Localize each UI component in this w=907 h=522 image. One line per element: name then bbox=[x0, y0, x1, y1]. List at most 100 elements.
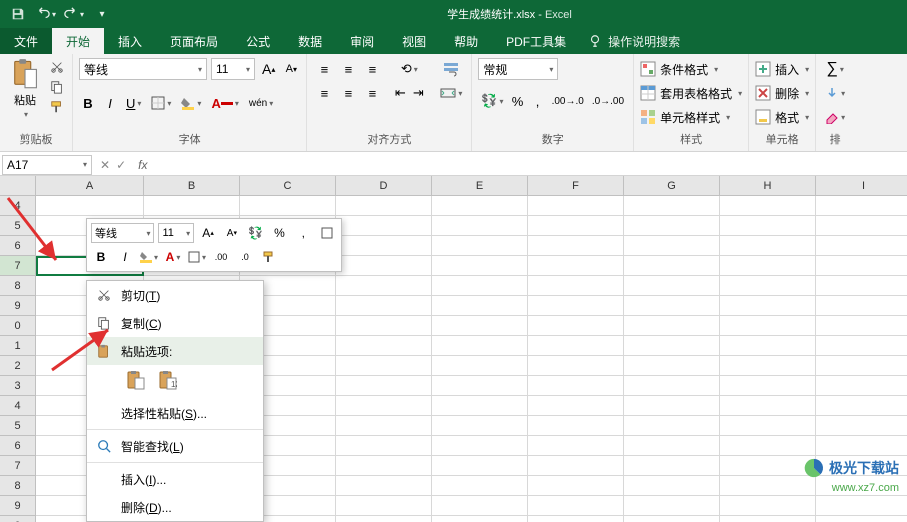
tab-formulas[interactable]: 公式 bbox=[232, 28, 284, 54]
cell[interactable] bbox=[816, 256, 907, 276]
underline-button[interactable]: U▾ bbox=[123, 92, 144, 114]
cell[interactable] bbox=[720, 476, 816, 496]
ctx-smart-lookup[interactable]: 智能查找(L) bbox=[87, 432, 263, 460]
cell[interactable] bbox=[336, 316, 432, 336]
mini-comma-icon[interactable]: , bbox=[293, 223, 313, 243]
cell[interactable] bbox=[816, 496, 907, 516]
cell[interactable] bbox=[528, 356, 624, 376]
cell[interactable] bbox=[720, 356, 816, 376]
cell[interactable] bbox=[528, 436, 624, 456]
cell[interactable] bbox=[144, 196, 240, 216]
font-color-button[interactable]: A▾ bbox=[208, 92, 241, 114]
cell[interactable] bbox=[240, 196, 336, 216]
cell[interactable] bbox=[432, 456, 528, 476]
cell[interactable] bbox=[528, 516, 624, 522]
cell[interactable] bbox=[624, 196, 720, 216]
decrease-font-icon[interactable]: A▾ bbox=[282, 58, 300, 80]
cell[interactable] bbox=[720, 456, 816, 476]
cell[interactable] bbox=[816, 516, 907, 522]
cell[interactable] bbox=[336, 196, 432, 216]
fill-color-button[interactable]: ▾ bbox=[178, 92, 204, 114]
cell[interactable] bbox=[528, 336, 624, 356]
cell[interactable] bbox=[720, 336, 816, 356]
cell[interactable] bbox=[816, 356, 907, 376]
cell[interactable] bbox=[528, 476, 624, 496]
ctx-cut[interactable]: 剪切(T) bbox=[87, 281, 263, 309]
cell[interactable] bbox=[624, 296, 720, 316]
tab-review[interactable]: 审阅 bbox=[336, 28, 388, 54]
decrease-indent-icon[interactable]: ⇤ bbox=[391, 82, 409, 104]
tab-help[interactable]: 帮助 bbox=[440, 28, 492, 54]
cell[interactable] bbox=[336, 296, 432, 316]
cell[interactable] bbox=[528, 236, 624, 256]
cell[interactable] bbox=[336, 356, 432, 376]
ctx-delete[interactable]: 删除(D)... bbox=[87, 493, 263, 521]
column-header[interactable]: G bbox=[624, 176, 720, 196]
tab-layout[interactable]: 页面布局 bbox=[156, 28, 232, 54]
mini-font-color-icon[interactable]: A▾ bbox=[163, 247, 183, 267]
cell[interactable] bbox=[720, 196, 816, 216]
mini-borders-icon[interactable] bbox=[317, 223, 337, 243]
mini-decimal-inc-icon[interactable]: .00 bbox=[211, 247, 231, 267]
cancel-formula-icon[interactable]: ✕ bbox=[100, 158, 110, 172]
name-box[interactable]: A17▾ bbox=[2, 155, 92, 175]
cell[interactable] bbox=[432, 376, 528, 396]
enter-formula-icon[interactable]: ✓ bbox=[116, 158, 126, 172]
tell-me[interactable]: 操作说明搜索 bbox=[580, 28, 680, 54]
cell[interactable] bbox=[816, 216, 907, 236]
row-header[interactable]: 7 bbox=[0, 456, 36, 476]
cell[interactable] bbox=[432, 516, 528, 522]
cell[interactable] bbox=[432, 356, 528, 376]
cell[interactable] bbox=[336, 276, 432, 296]
mini-size-combo[interactable]: 11▾ bbox=[158, 223, 194, 243]
row-header[interactable]: 6 bbox=[0, 436, 36, 456]
cell[interactable] bbox=[336, 456, 432, 476]
cell[interactable] bbox=[432, 416, 528, 436]
cell[interactable] bbox=[528, 396, 624, 416]
cell[interactable] bbox=[720, 296, 816, 316]
format-painter-icon[interactable] bbox=[48, 98, 66, 116]
cell[interactable] bbox=[720, 436, 816, 456]
row-header[interactable]: 0 bbox=[0, 316, 36, 336]
cell[interactable] bbox=[528, 216, 624, 236]
cut-icon[interactable] bbox=[48, 58, 66, 76]
format-cells-button[interactable]: 格式▾ bbox=[755, 106, 809, 128]
increase-font-icon[interactable]: A▴ bbox=[259, 58, 278, 80]
cell[interactable] bbox=[624, 256, 720, 276]
cell[interactable] bbox=[816, 436, 907, 456]
align-center-icon[interactable]: ≡ bbox=[337, 82, 359, 104]
orientation-icon[interactable]: ⟲▾ bbox=[391, 58, 427, 80]
delete-cells-button[interactable]: 删除▾ bbox=[755, 82, 809, 104]
cell[interactable] bbox=[816, 296, 907, 316]
undo-icon[interactable]: ▾ bbox=[36, 4, 56, 24]
cell[interactable] bbox=[336, 396, 432, 416]
cell[interactable] bbox=[720, 256, 816, 276]
insert-cells-button[interactable]: 插入▾ bbox=[755, 58, 809, 80]
cell[interactable] bbox=[528, 296, 624, 316]
cell[interactable] bbox=[336, 236, 432, 256]
row-header[interactable]: 9 bbox=[0, 496, 36, 516]
tab-view[interactable]: 视图 bbox=[388, 28, 440, 54]
cell[interactable] bbox=[336, 216, 432, 236]
column-header[interactable]: C bbox=[240, 176, 336, 196]
cell[interactable] bbox=[336, 376, 432, 396]
cell[interactable] bbox=[432, 236, 528, 256]
cell[interactable] bbox=[624, 476, 720, 496]
cell[interactable] bbox=[624, 416, 720, 436]
cell[interactable] bbox=[336, 516, 432, 522]
cell[interactable] bbox=[624, 516, 720, 522]
cell[interactable] bbox=[720, 376, 816, 396]
cell[interactable] bbox=[432, 276, 528, 296]
cell[interactable] bbox=[336, 476, 432, 496]
italic-button[interactable]: I bbox=[101, 92, 119, 114]
font-name-combo[interactable]: 等线▾ bbox=[79, 58, 207, 80]
cell[interactable] bbox=[528, 276, 624, 296]
cell[interactable] bbox=[720, 276, 816, 296]
cell-styles-button[interactable]: 单元格样式▾ bbox=[640, 106, 742, 128]
borders-button[interactable]: ▾ bbox=[148, 92, 174, 114]
tab-home[interactable]: 开始 bbox=[52, 28, 104, 54]
cell[interactable] bbox=[528, 496, 624, 516]
cell[interactable] bbox=[336, 436, 432, 456]
column-header[interactable]: E bbox=[432, 176, 528, 196]
cell[interactable] bbox=[816, 396, 907, 416]
